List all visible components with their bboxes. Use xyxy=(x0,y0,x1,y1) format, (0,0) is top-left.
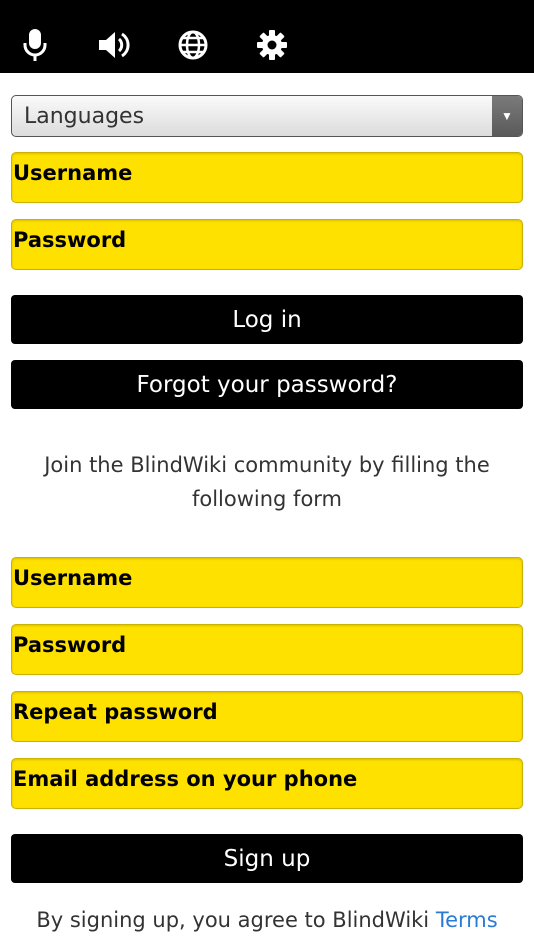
chevron-down-icon: ▼ xyxy=(492,96,522,136)
signup-repeat-password-field[interactable]: Repeat password xyxy=(11,691,523,742)
forgot-password-button[interactable]: Forgot your password? xyxy=(11,360,523,409)
login-username-field[interactable]: Username xyxy=(11,152,523,203)
login-password-placeholder: Password xyxy=(13,228,127,252)
login-username-placeholder: Username xyxy=(13,161,133,185)
terms-text: By signing up, you agree to BlindWiki xyxy=(36,908,436,932)
terms-link[interactable]: Terms xyxy=(436,908,498,932)
top-toolbar xyxy=(0,0,534,73)
languages-select-value: Languages xyxy=(24,104,145,129)
signup-email-placeholder: Email address on your phone xyxy=(13,767,358,791)
terms-notice: By signing up, you agree to BlindWiki Te… xyxy=(0,908,534,932)
login-password-field[interactable]: Password xyxy=(11,219,523,270)
login-button[interactable]: Log in xyxy=(11,295,523,344)
signup-repeat-password-placeholder: Repeat password xyxy=(13,700,218,724)
signup-password-placeholder: Password xyxy=(13,633,127,657)
globe-icon[interactable] xyxy=(174,26,212,64)
languages-select[interactable]: Languages ▼ xyxy=(11,95,523,137)
speaker-icon[interactable] xyxy=(95,26,133,64)
signup-button[interactable]: Sign up xyxy=(11,834,523,883)
gear-icon[interactable] xyxy=(253,26,291,64)
signup-username-field[interactable]: Username xyxy=(11,557,523,608)
signup-username-placeholder: Username xyxy=(13,566,133,590)
signup-email-field[interactable]: Email address on your phone xyxy=(11,758,523,809)
microphone-icon[interactable] xyxy=(16,26,54,64)
join-community-text: Join the BlindWiki community by filling … xyxy=(44,453,490,511)
signup-password-field[interactable]: Password xyxy=(11,624,523,675)
